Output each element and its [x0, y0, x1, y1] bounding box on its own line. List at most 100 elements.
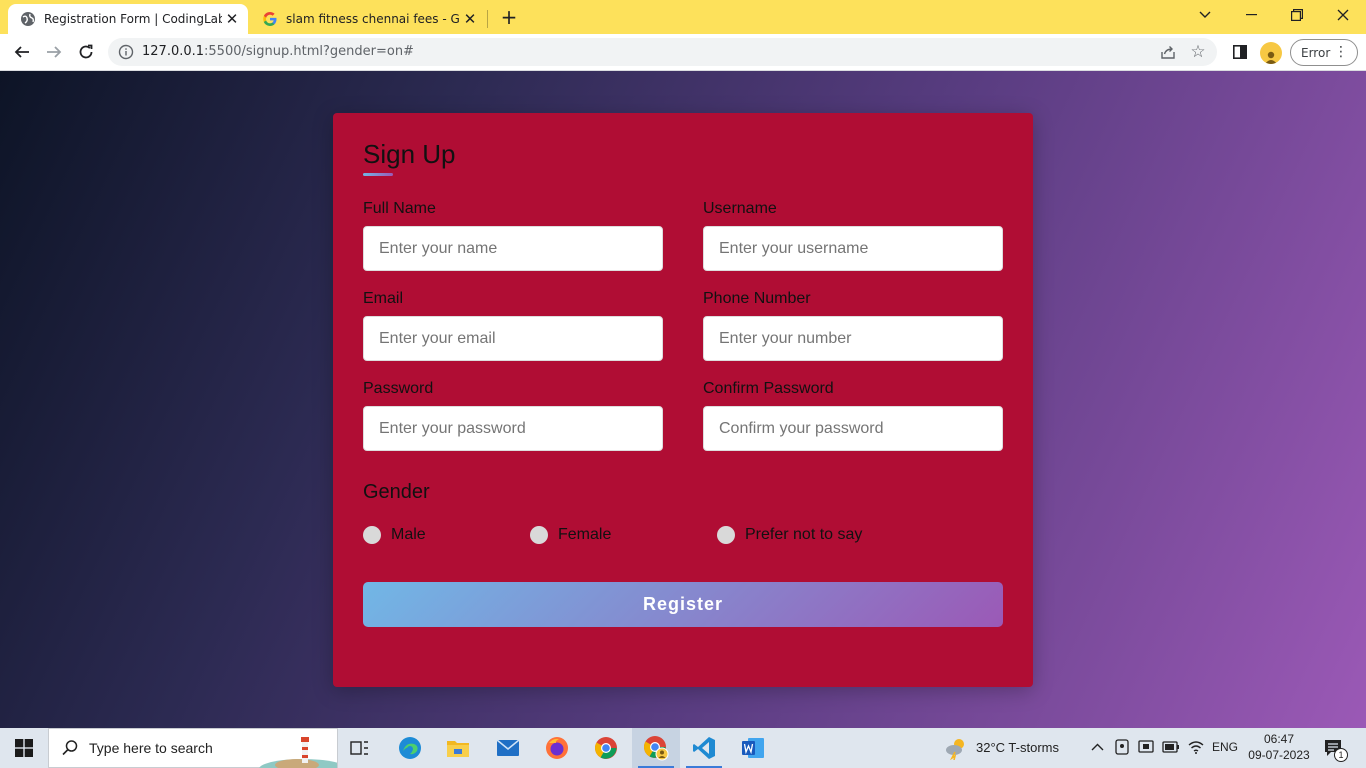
gender-title: Gender — [363, 481, 430, 503]
side-panel-icon — [1233, 45, 1247, 59]
url-text: 127.0.0.1:5500/signup.html?gender=on# — [142, 44, 414, 59]
taskbar-search[interactable]: Type here to search — [48, 728, 338, 768]
close-window-button[interactable] — [1320, 0, 1366, 30]
weather-widget[interactable] — [934, 728, 978, 768]
screen-capture-icon[interactable] — [1138, 739, 1154, 758]
username-input[interactable] — [703, 226, 1003, 271]
username-label: Username — [703, 200, 777, 217]
weather-text[interactable]: 32°C T-storms — [976, 740, 1059, 755]
chrome-profile-app[interactable] — [632, 728, 680, 768]
address-bar[interactable]: 127.0.0.1:5500/signup.html?gender=on# ☆ — [108, 38, 1217, 66]
clock-time: 06:47 — [1263, 732, 1295, 746]
form-title: Sign Up — [363, 139, 456, 169]
word-icon — [742, 738, 764, 758]
close-icon[interactable]: ✕ — [460, 9, 480, 29]
chrome-profile-icon — [644, 736, 669, 761]
share-icon[interactable] — [1159, 43, 1177, 61]
restore-icon — [1291, 9, 1303, 21]
chevron-up-icon[interactable] — [1091, 738, 1104, 754]
mail-icon — [496, 739, 520, 756]
email-input[interactable] — [363, 316, 663, 361]
start-button[interactable] — [0, 728, 48, 768]
phone-number-label: Phone Number — [703, 290, 811, 307]
error-label: Error — [1301, 45, 1331, 60]
meet-now-icon[interactable] — [1115, 739, 1129, 758]
vscode-icon — [693, 737, 715, 759]
confirm-password-label: Confirm Password — [703, 380, 834, 397]
task-view-icon — [350, 741, 368, 755]
more-menu-icon[interactable]: ⋮ — [1334, 44, 1348, 60]
password-input[interactable] — [363, 406, 663, 451]
firefox-app[interactable] — [533, 728, 581, 768]
reload-icon — [79, 44, 93, 59]
clock-date: 09-07-2023 — [1248, 748, 1310, 762]
search-icon — [62, 740, 78, 756]
mail-app[interactable] — [484, 728, 532, 768]
restore-button[interactable] — [1274, 0, 1320, 30]
new-tab-button[interactable]: + — [498, 5, 520, 29]
signup-form: Sign Up Full Name Username Email Phone N… — [333, 113, 1033, 687]
side-panel-button[interactable] — [1226, 38, 1254, 66]
profile-avatar[interactable] — [1260, 42, 1282, 64]
edge-app[interactable] — [386, 728, 434, 768]
gender-option-label: Prefer not to say — [745, 526, 863, 543]
phone-number-input[interactable] — [703, 316, 1003, 361]
battery-icon[interactable] — [1162, 741, 1180, 756]
vscode-app[interactable] — [680, 728, 728, 768]
tab-search-button[interactable] — [1182, 0, 1228, 30]
radio-button[interactable] — [717, 526, 735, 544]
gender-option-male[interactable]: Male — [363, 525, 426, 545]
minimize-icon — [1245, 14, 1257, 16]
file-explorer-app[interactable] — [434, 728, 482, 768]
notification-center[interactable]: 1 — [1324, 738, 1348, 762]
close-icon[interactable]: ✕ — [222, 9, 242, 29]
windows-logo-icon — [15, 739, 33, 757]
error-button[interactable]: Error ⋮ — [1290, 39, 1358, 66]
tab-google-search[interactable]: slam fitness chennai fees - Goog ✕ — [250, 4, 486, 34]
edge-icon — [399, 737, 421, 759]
clock[interactable]: 06:47 09-07-2023 — [1244, 731, 1314, 763]
bookmark-star-icon[interactable]: ☆ — [1188, 42, 1208, 62]
url-path: :5500/signup.html?gender=on# — [204, 44, 414, 59]
arrow-right-icon — [47, 46, 62, 58]
globe-icon — [20, 11, 36, 27]
radio-button[interactable] — [530, 526, 548, 544]
back-button[interactable] — [8, 38, 36, 66]
url-host: 127.0.0.1 — [142, 44, 205, 59]
language-indicator[interactable]: ENG — [1212, 740, 1238, 754]
person-icon — [1265, 51, 1277, 64]
lighthouse-illustration-icon — [259, 737, 337, 768]
gender-option-female[interactable]: Female — [530, 525, 611, 545]
word-app[interactable] — [729, 728, 777, 768]
tab-separator — [487, 10, 488, 28]
tab-registration-form[interactable]: Registration Form | CodingLab ✕ — [8, 4, 248, 34]
notification-badge: 1 — [1334, 748, 1348, 762]
minimize-button[interactable] — [1228, 0, 1274, 30]
folder-icon — [447, 741, 469, 757]
tab-title: slam fitness chennai fees - Goog — [286, 12, 460, 26]
full-name-input[interactable] — [363, 226, 663, 271]
gender-option-label: Male — [391, 526, 426, 543]
confirm-password-input[interactable] — [703, 406, 1003, 451]
gender-option-label: Female — [558, 526, 612, 543]
wifi-icon[interactable] — [1188, 740, 1204, 757]
forward-button[interactable] — [40, 38, 68, 66]
info-icon[interactable] — [118, 44, 134, 60]
google-icon — [262, 11, 278, 27]
reload-button[interactable] — [72, 38, 100, 66]
browser-tab-strip: Registration Form | CodingLab ✕ slam fit… — [0, 0, 1366, 34]
chrome-icon — [595, 737, 617, 759]
title-underline — [363, 173, 393, 176]
close-icon — [1337, 9, 1349, 21]
tab-title: Registration Form | CodingLab — [44, 12, 222, 26]
task-view-button[interactable] — [336, 728, 384, 768]
password-label: Password — [363, 380, 434, 397]
radio-button[interactable] — [363, 526, 381, 544]
page-background: Sign Up Full Name Username Email Phone N… — [0, 71, 1366, 728]
email-label: Email — [363, 290, 404, 307]
firefox-icon — [546, 737, 568, 759]
gender-option-prefer-not[interactable]: Prefer not to say — [717, 525, 862, 545]
chrome-app[interactable] — [582, 728, 630, 768]
chevron-down-icon — [1199, 11, 1211, 18]
register-button[interactable]: Register — [363, 582, 1003, 627]
